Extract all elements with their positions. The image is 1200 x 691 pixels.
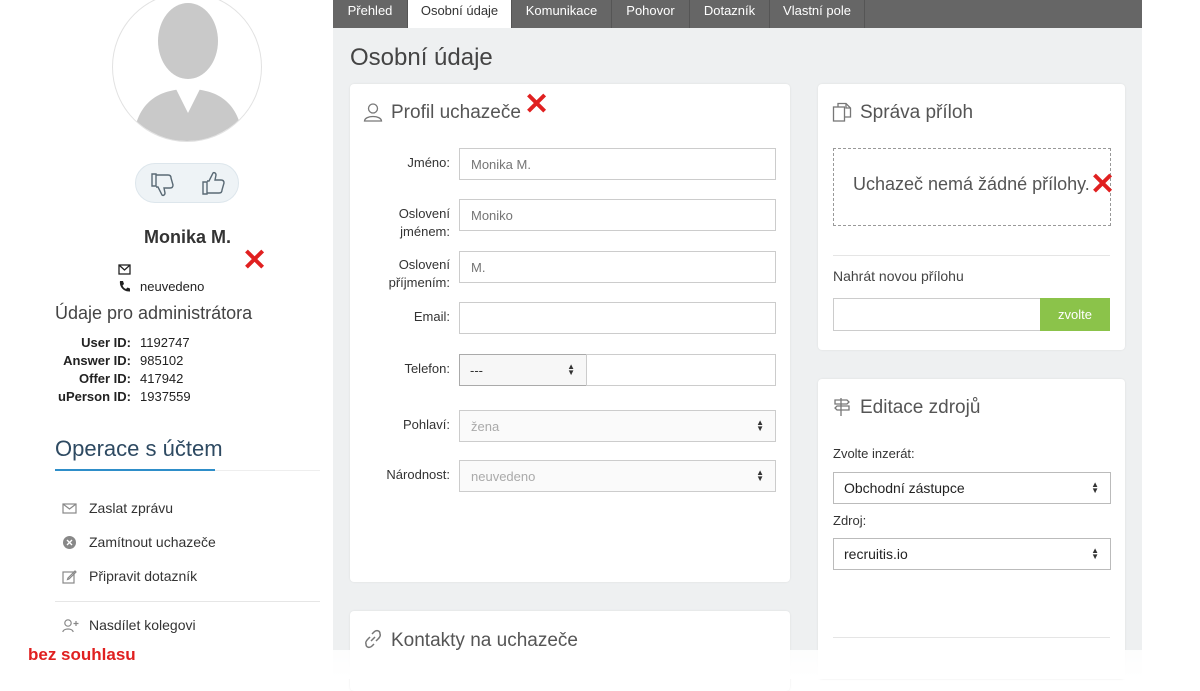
no-attachments-text: Uchazeč nemá žádné přílohy. xyxy=(853,174,1090,194)
operations-title: Operace s účtem xyxy=(55,436,223,461)
admin-user-id-value: 1192747 xyxy=(140,335,190,350)
ad-label: Zvolte inzerát: xyxy=(833,446,915,461)
first-name-field[interactable] xyxy=(459,148,776,180)
source-value: recruitis.io xyxy=(844,546,908,562)
envelope-icon[interactable] xyxy=(118,262,131,280)
user-icon xyxy=(363,102,383,127)
envelope-icon xyxy=(62,501,78,517)
send-message-label: Zaslat zprávu xyxy=(89,500,174,516)
consent-annotation: bez souhlasu xyxy=(28,645,136,664)
nationality-label: Národnost: xyxy=(386,467,450,482)
email-label: Email: xyxy=(413,309,450,324)
gender-value: žena xyxy=(471,419,500,434)
annotation-mark: ✕ xyxy=(1090,168,1116,201)
annotation-mark: ✕ xyxy=(524,88,550,121)
select-arrows-icon: ▲ ▼ xyxy=(756,418,764,433)
page-title: Osobní údaje xyxy=(350,44,493,71)
admin-user-id-label: User ID: xyxy=(81,335,131,350)
edit-icon xyxy=(62,569,78,585)
upload-label: Nahrát novou přílohu xyxy=(833,268,964,284)
ad-value: Obchodní zástupce xyxy=(844,480,965,496)
phone-prefix-value: --- xyxy=(470,363,483,378)
reject-circle-icon xyxy=(62,535,78,551)
operations-underline xyxy=(55,469,215,471)
reject-candidate-label: Zamítnout uchazeče xyxy=(89,534,216,550)
admin-answer-id-value: 985102 xyxy=(140,353,184,368)
tab-overview[interactable]: Přehled xyxy=(333,0,408,28)
tab-bar: Přehled Osobní údaje Komunikace Pohovor … xyxy=(333,0,1142,28)
thumbs-up-icon[interactable] xyxy=(199,170,227,198)
select-arrows-icon: ▲ ▼ xyxy=(756,468,764,483)
email-field[interactable] xyxy=(459,302,776,334)
source-select[interactable]: recruitis.io ▲ ▼ xyxy=(833,538,1111,570)
admin-uperson-id-value: 1937559 xyxy=(140,389,191,404)
admin-uperson-id-label: uPerson ID: xyxy=(58,389,131,404)
admin-answer-id-label: Answer ID: xyxy=(63,353,131,368)
source-label: Zdroj: xyxy=(833,513,867,528)
salutation-first-label: Oslovení jménem: xyxy=(398,206,450,239)
select-arrows-icon: ▲ ▼ xyxy=(1091,480,1099,495)
profile-title: Profil uchazeče xyxy=(391,102,521,123)
upload-file-field[interactable] xyxy=(833,298,1041,331)
select-arrows-icon: ▲ ▼ xyxy=(567,362,575,377)
salutation-last-label: Oslovení příjmením: xyxy=(388,257,450,290)
prepare-questionnaire-label: Připravit dotazník xyxy=(89,568,198,584)
select-arrows-icon: ▲ ▼ xyxy=(1091,546,1099,561)
attachments-title: Správa příloh xyxy=(860,102,974,123)
bottom-fade xyxy=(0,650,1200,679)
annotation-mark: ✕ xyxy=(242,244,268,277)
tab-questionnaire[interactable]: Dotazník xyxy=(690,0,770,28)
rating-toggle xyxy=(135,163,239,203)
signpost-icon xyxy=(832,397,852,422)
sources-title: Editace zdrojů xyxy=(860,397,981,418)
phone-icon xyxy=(118,280,131,298)
thumbs-down-icon[interactable] xyxy=(148,170,176,198)
divider xyxy=(833,255,1110,256)
phone-number-field[interactable] xyxy=(586,354,776,386)
divider xyxy=(833,637,1110,638)
tab-custom-fields[interactable]: Vlastní pole xyxy=(770,0,865,28)
admin-offer-id-value: 417942 xyxy=(140,371,184,386)
gender-label: Pohlaví: xyxy=(403,417,450,432)
choose-file-button[interactable]: zvolte xyxy=(1040,298,1110,331)
share-colleague-label: Nasdílet kolegovi xyxy=(89,617,196,633)
salutation-first-field[interactable] xyxy=(459,199,776,231)
sources-card xyxy=(818,379,1125,679)
phone-prefix-select[interactable]: --- ▲ ▼ xyxy=(459,354,587,386)
files-icon xyxy=(832,102,852,127)
tab-communication[interactable]: Komunikace xyxy=(512,0,612,28)
phone-label: Telefon: xyxy=(404,361,450,376)
add-user-icon xyxy=(62,618,79,634)
divider xyxy=(55,601,320,602)
avatar xyxy=(112,0,262,142)
tab-interview[interactable]: Pohovor xyxy=(612,0,690,28)
admin-section-title: Údaje pro administrátora xyxy=(55,303,253,323)
salutation-last-field[interactable] xyxy=(459,251,776,283)
nationality-select[interactable]: neuvedeno ▲ ▼ xyxy=(459,460,776,492)
gender-select[interactable]: žena ▲ ▼ xyxy=(459,410,776,442)
admin-offer-id-label: Offer ID: xyxy=(79,371,131,386)
tab-personal-info[interactable]: Osobní údaje xyxy=(408,0,512,28)
contacts-title: Kontakty na uchazeče xyxy=(391,630,578,651)
candidate-phone: neuvedeno xyxy=(140,279,205,294)
nationality-value: neuvedeno xyxy=(471,469,536,484)
ad-select[interactable]: Obchodní zástupce ▲ ▼ xyxy=(833,472,1111,504)
first-name-label: Jméno: xyxy=(407,155,450,170)
